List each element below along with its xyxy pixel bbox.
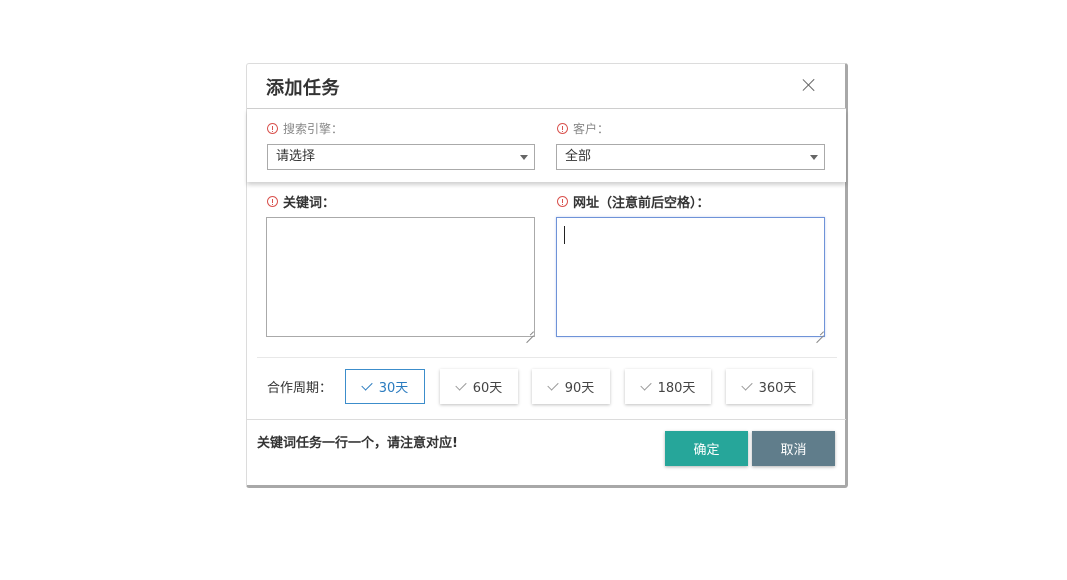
section-divider [257, 357, 837, 358]
chevron-down-icon [520, 155, 528, 160]
period-option-360[interactable]: 360天 [726, 369, 812, 404]
keywords-textarea[interactable] [266, 217, 535, 337]
client-selected-value: 全部 [565, 149, 592, 164]
url-label-text: 网址（注意前后空格）： [573, 196, 710, 211]
period-option-90[interactable]: 90天 [532, 369, 610, 404]
period-option-30[interactable]: 30天 [345, 369, 425, 404]
text-cursor [564, 226, 565, 244]
search-engine-selected-value: 请选择 [276, 149, 316, 164]
client-select[interactable]: 全部 [556, 144, 825, 170]
period-option-label: 360天 [758, 381, 797, 396]
required-alert-icon [267, 196, 278, 207]
period-option-label: 90天 [564, 381, 595, 396]
required-alert-icon [557, 123, 568, 134]
client-label-text: 客户： [573, 122, 610, 136]
search-engine-select[interactable]: 请选择 [267, 144, 535, 170]
footer-divider [247, 419, 846, 420]
confirm-button[interactable]: 确定 [665, 431, 748, 466]
required-alert-icon [267, 123, 278, 134]
footer-note: 关键词任务一行一个，请注意对应! [257, 436, 458, 451]
check-icon [361, 379, 373, 391]
url-label: 网址（注意前后空格）： [557, 192, 710, 211]
period-option-label: 180天 [657, 381, 696, 396]
check-icon [740, 379, 753, 391]
cancel-button[interactable]: 取消 [752, 431, 835, 466]
period-option-label: 60天 [472, 381, 503, 396]
search-engine-label-text: 搜索引擎： [283, 122, 344, 136]
keywords-label: 关键词： [267, 192, 335, 211]
client-label: 客户： [557, 120, 609, 137]
url-textarea[interactable] [556, 217, 825, 337]
period-option-60[interactable]: 60天 [440, 369, 518, 404]
required-alert-icon [557, 196, 568, 207]
close-icon[interactable] [801, 77, 817, 93]
dialog-header: 添加任务 [247, 64, 846, 109]
dialog-title: 添加任务 [266, 78, 340, 99]
chevron-down-icon [810, 155, 818, 160]
period-option-label: 30天 [378, 381, 409, 396]
period-option-180[interactable]: 180天 [625, 369, 711, 404]
check-icon [639, 379, 652, 391]
search-engine-label: 搜索引擎： [267, 120, 343, 137]
add-task-dialog: 添加任务 搜索引擎： 请选择 客户： 全部 关键词： 网址（注意前后空格）： 合… [246, 63, 848, 488]
keywords-label-text: 关键词： [283, 196, 336, 211]
cooperation-period-label: 合作周期： [267, 381, 333, 396]
check-icon [455, 379, 467, 391]
check-icon [547, 379, 559, 391]
filter-section: 搜索引擎： 请选择 客户： 全部 [247, 109, 846, 182]
